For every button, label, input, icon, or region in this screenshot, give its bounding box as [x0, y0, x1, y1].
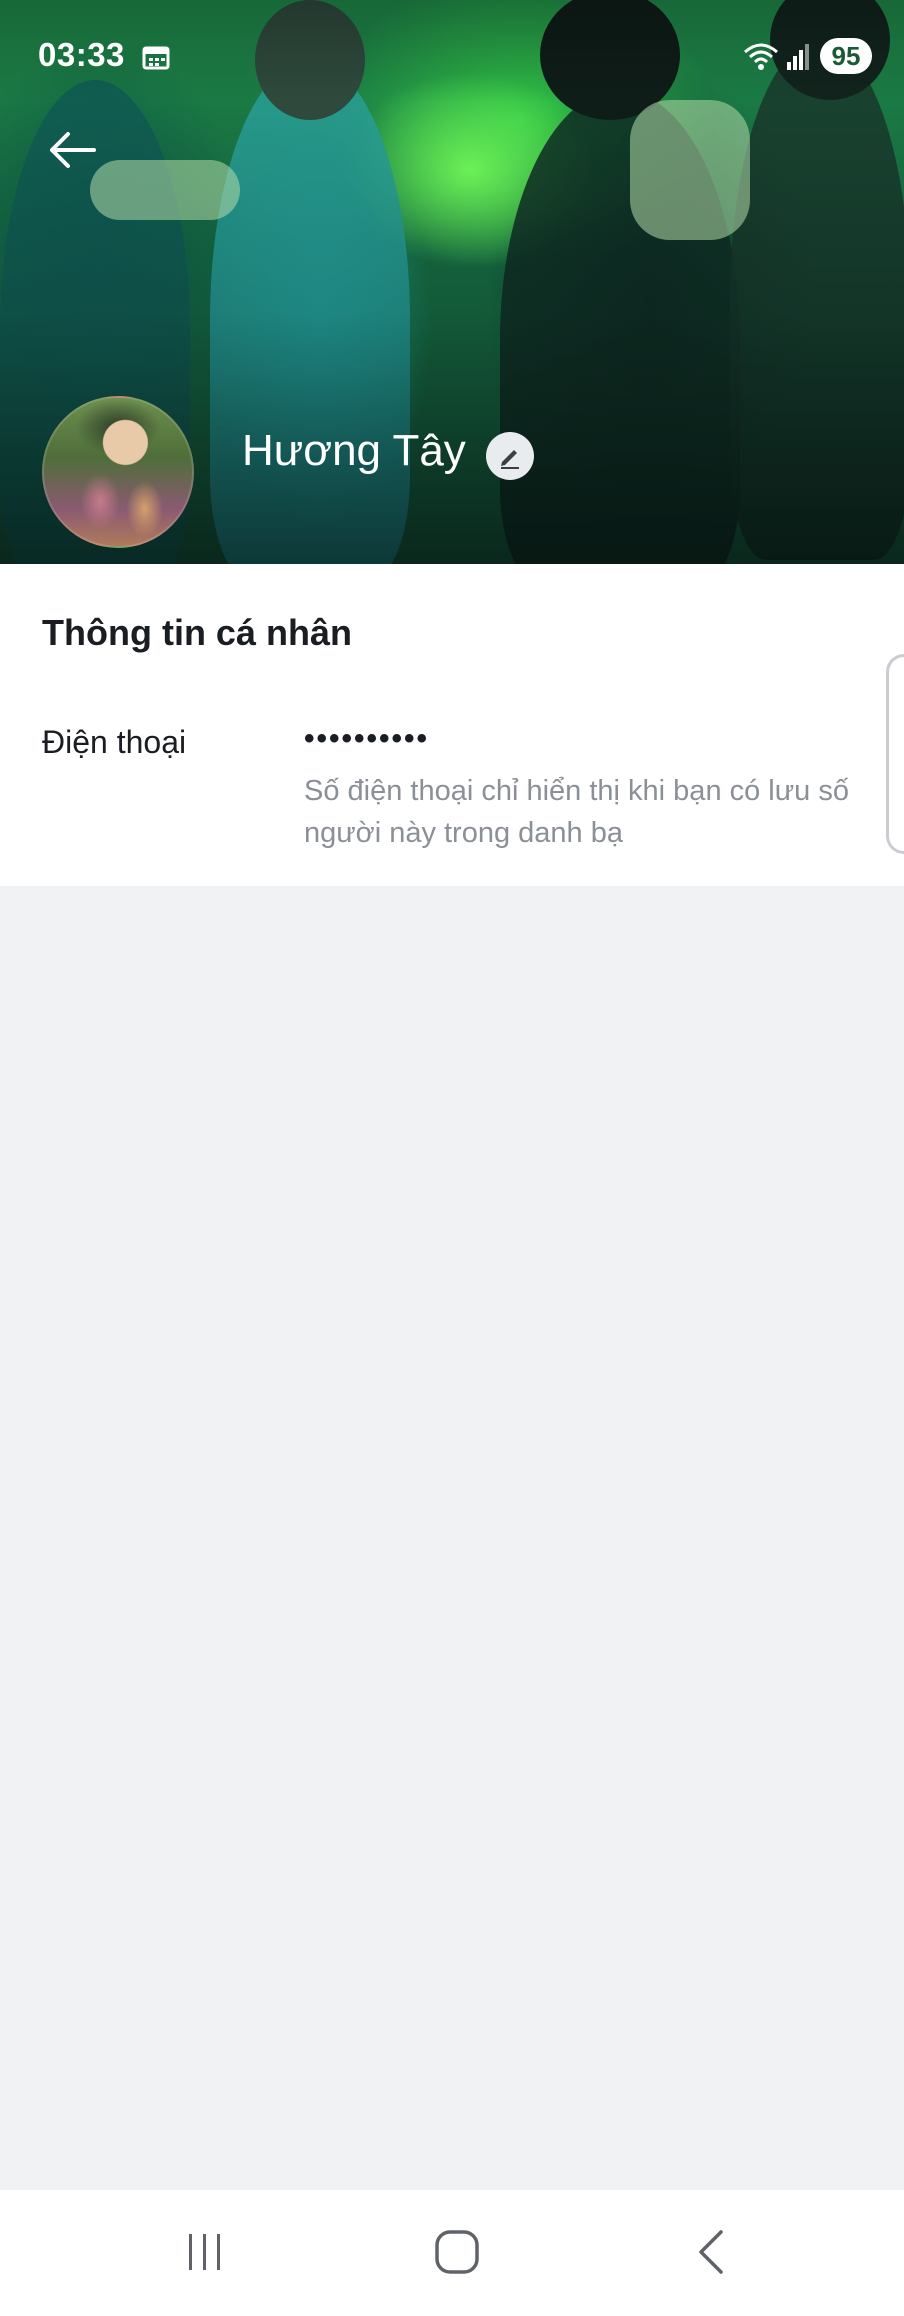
- profile-name: Hương Tây: [242, 426, 466, 475]
- personal-info-card: Thông tin cá nhân Điện thoại •••••••••• …: [0, 564, 904, 886]
- back-button[interactable]: [40, 118, 104, 182]
- edge-panel-handle[interactable]: [886, 654, 904, 854]
- home-icon: [435, 2230, 479, 2274]
- recent-apps-button[interactable]: [170, 2220, 240, 2284]
- avatar[interactable]: [42, 396, 194, 548]
- battery-icon: 95: [820, 38, 872, 74]
- wifi-icon: [744, 43, 778, 70]
- profile-screen: 03:33 95 Hương Tây Thông tin cá nhân Điệ…: [0, 0, 904, 2316]
- pencil-icon: [501, 450, 519, 469]
- status-bar: 03:33 95: [0, 28, 904, 84]
- arrow-left-icon: [50, 132, 96, 168]
- recent-apps-icon: [189, 2234, 220, 2270]
- edit-name-button[interactable]: [486, 432, 534, 480]
- back-icon: [699, 2230, 723, 2274]
- phone-label: Điện thoại: [42, 724, 187, 760]
- calendar-icon: [142, 46, 170, 70]
- system-back-button[interactable]: [676, 2220, 746, 2284]
- navigation-bar: [0, 2190, 904, 2316]
- section-title: Thông tin cá nhân: [42, 612, 352, 653]
- signal-icon: [787, 44, 809, 70]
- phone-value: ••••••••••: [304, 722, 430, 755]
- status-time: 03:33: [38, 36, 125, 73]
- phone-privacy-note: Số điện thoại chỉ hiển thị khi bạn có lư…: [304, 775, 849, 849]
- home-button[interactable]: [422, 2220, 492, 2284]
